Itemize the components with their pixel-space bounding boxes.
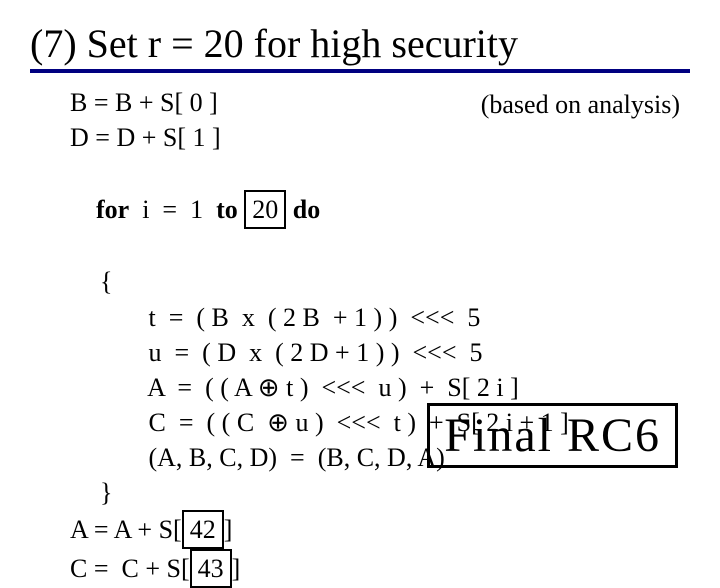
code-line: for i = 1 to 20 do xyxy=(70,155,690,264)
pseudocode-block: B = B + S[ 0 ] D = D + S[ 1 ] for i = 1 … xyxy=(30,85,690,588)
code-line: A = ( ( A ⊕ t ) <<< u ) + S[ 2 i ] xyxy=(70,370,690,405)
code-line: B = B + S[ 0 ] xyxy=(70,85,690,120)
index-box: 43 xyxy=(190,549,232,588)
code-line: D = D + S[ 1 ] xyxy=(70,120,690,155)
keyword-do: do xyxy=(293,195,320,224)
final-label-box: Final RC6 xyxy=(427,403,678,468)
keyword-to: to xyxy=(216,195,238,224)
code-line: } xyxy=(70,475,690,510)
code-line: C = C + S[43] xyxy=(70,549,690,588)
xor-icon: ⊕ xyxy=(258,370,280,405)
code-line: u = ( D x ( 2 D + 1 ) ) <<< 5 xyxy=(70,335,690,370)
code-line: A = A + S[42] xyxy=(70,510,690,549)
slide-title: (7) Set r = 20 for high security xyxy=(30,20,690,73)
code-line: { xyxy=(70,264,690,299)
index-box: 42 xyxy=(182,510,224,549)
keyword-for: for xyxy=(96,195,129,224)
rounds-box: 20 xyxy=(244,190,286,229)
code-line: t = ( B x ( 2 B + 1 ) ) <<< 5 xyxy=(70,300,690,335)
xor-icon: ⊕ xyxy=(267,405,289,440)
